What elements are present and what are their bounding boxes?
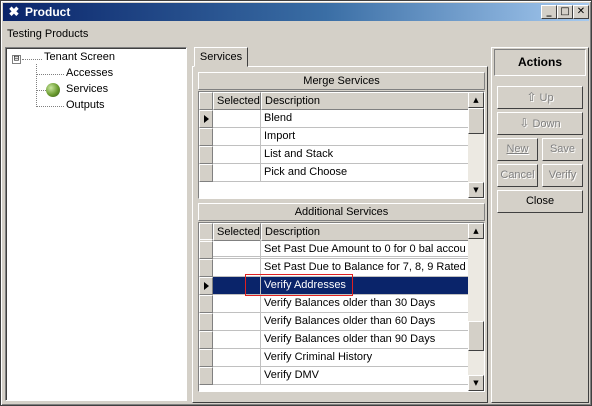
table-row[interactable]: List and Stack (199, 146, 469, 164)
table-row[interactable]: Verify Balances older than 30 Days (199, 295, 469, 313)
row-indicator[interactable] (199, 164, 213, 182)
table-row[interactable]: Verify Balances older than 60 Days (199, 313, 469, 331)
table-row[interactable]: Verify Balances older than 90 Days (199, 331, 469, 349)
description-cell[interactable]: Verify Balances older than 90 Days (261, 331, 469, 349)
app-x-icon: ✖ (8, 4, 20, 19)
tab-services[interactable]: Services (194, 47, 248, 67)
row-indicator[interactable] (199, 349, 213, 367)
description-cell[interactable]: Blend (261, 110, 469, 128)
selected-cell[interactable] (213, 277, 261, 295)
table-row[interactable]: Set Past Due to Balance for 7, 8, 9 Rate… (199, 259, 469, 277)
row-indicator[interactable] (199, 295, 213, 313)
selected-cell[interactable] (213, 367, 261, 385)
row-indicator[interactable] (199, 277, 213, 295)
tree-line (36, 90, 46, 91)
table-row-selected[interactable]: Verify Addresses (199, 277, 469, 295)
description-cell[interactable]: Import (261, 128, 469, 146)
table-row[interactable]: Verify DMV (199, 367, 469, 385)
scroll-down-icon[interactable]: ▼ (468, 375, 484, 391)
additional-services-grid[interactable]: Selected Description Set Past Due Amount… (198, 222, 485, 392)
title-bar[interactable]: ✖ Product _ □ ✕ (3, 3, 589, 21)
description-cell[interactable]: Verify Balances older than 60 Days (261, 313, 469, 331)
tree-view[interactable]: ⊟ Tenant Screen Accesses Services Output… (5, 47, 187, 401)
down-button[interactable]: ⇩ Down (497, 112, 583, 135)
merge-services-grid[interactable]: Selected Description Blend Import List a… (198, 91, 485, 199)
description-cell[interactable]: Verify Criminal History (261, 349, 469, 367)
selected-cell[interactable] (213, 128, 261, 146)
selected-cell[interactable] (213, 259, 261, 277)
row-indicator[interactable] (199, 110, 213, 128)
down-button-label: Down (532, 118, 561, 130)
row-indicator[interactable] (199, 331, 213, 349)
tree-node-accesses[interactable]: Accesses (66, 67, 113, 79)
tree-line (22, 59, 42, 60)
green-orb-icon (46, 83, 60, 97)
scroll-up-icon[interactable]: ▲ (468, 92, 484, 108)
row-indicator[interactable] (199, 259, 213, 277)
scroll-thumb[interactable] (468, 108, 484, 134)
table-row[interactable]: Verify Criminal History (199, 349, 469, 367)
merge-services-header: Merge Services (198, 72, 485, 90)
description-cell[interactable]: Verify DMV (261, 367, 469, 385)
selected-cell[interactable] (213, 331, 261, 349)
up-button[interactable]: ⇧ Up (497, 86, 583, 109)
scroll-down-icon[interactable]: ▼ (468, 182, 484, 198)
row-indicator[interactable] (199, 367, 213, 385)
description-cell[interactable]: Pick and Choose (261, 164, 469, 182)
description-cell[interactable]: Verify Balances older than 30 Days (261, 295, 469, 313)
selected-cell[interactable] (213, 295, 261, 313)
maximize-icon[interactable]: □ (557, 5, 573, 19)
description-cell[interactable]: Verify Addresses (261, 277, 469, 295)
current-row-arrow-icon (204, 282, 209, 290)
additional-services-scrollbar[interactable]: ▲ ▼ (468, 223, 484, 391)
product-window: ✖ Product _ □ ✕ Testing Products ⊟ Tenan… (0, 0, 592, 406)
tree-line (36, 74, 64, 75)
cancel-button[interactable]: Cancel (497, 164, 538, 187)
up-arrow-icon: ⇧ (526, 90, 537, 104)
save-button[interactable]: Save (542, 138, 583, 161)
scroll-up-icon[interactable]: ▲ (468, 223, 484, 239)
table-row[interactable]: Set Past Due Amount to 0 for 0 bal accou (199, 241, 469, 259)
additional-services-header: Additional Services (198, 203, 485, 221)
tree-line (36, 64, 37, 107)
column-header-description[interactable]: Description (261, 92, 469, 110)
selected-cell[interactable] (213, 241, 261, 259)
new-button[interactable]: New (497, 138, 538, 161)
close-icon[interactable]: ✕ (573, 5, 589, 19)
description-cell[interactable]: Set Past Due Amount to 0 for 0 bal accou (261, 241, 469, 259)
selected-cell[interactable] (213, 313, 261, 331)
table-row[interactable]: Import (199, 128, 469, 146)
row-indicator[interactable] (199, 128, 213, 146)
column-header-selected[interactable]: Selected (213, 92, 261, 110)
row-indicator[interactable] (199, 241, 213, 259)
minimize-icon[interactable]: _ (541, 5, 557, 19)
description-cell[interactable]: List and Stack (261, 146, 469, 164)
row-indicator[interactable] (199, 146, 213, 164)
verify-button[interactable]: Verify (542, 164, 583, 187)
tree-line (36, 106, 64, 107)
tree-node-outputs[interactable]: Outputs (66, 99, 105, 111)
row-indicator-header (199, 92, 213, 110)
selected-cell[interactable] (213, 146, 261, 164)
tree-node-services[interactable]: Services (66, 83, 108, 95)
testing-products-label: Testing Products (7, 28, 89, 40)
current-row-arrow-icon (204, 115, 209, 123)
table-row[interactable]: Blend (199, 110, 469, 128)
collapse-icon[interactable]: ⊟ (12, 55, 21, 64)
close-button[interactable]: Close (497, 190, 583, 213)
merge-services-scrollbar[interactable]: ▲ ▼ (468, 92, 484, 198)
row-indicator[interactable] (199, 313, 213, 331)
down-arrow-icon: ⇩ (519, 116, 530, 130)
table-row[interactable]: Pick and Choose (199, 164, 469, 182)
selected-cell[interactable] (213, 349, 261, 367)
up-button-label: Up (539, 92, 554, 104)
selected-cell[interactable] (213, 110, 261, 128)
scroll-thumb[interactable] (468, 321, 484, 351)
actions-title: Actions (494, 49, 586, 76)
tree-node-tenant-screen[interactable]: Tenant Screen (44, 51, 115, 63)
window-title: Product (25, 5, 71, 19)
selected-cell[interactable] (213, 164, 261, 182)
description-cell[interactable]: Set Past Due to Balance for 7, 8, 9 Rate… (261, 259, 469, 277)
